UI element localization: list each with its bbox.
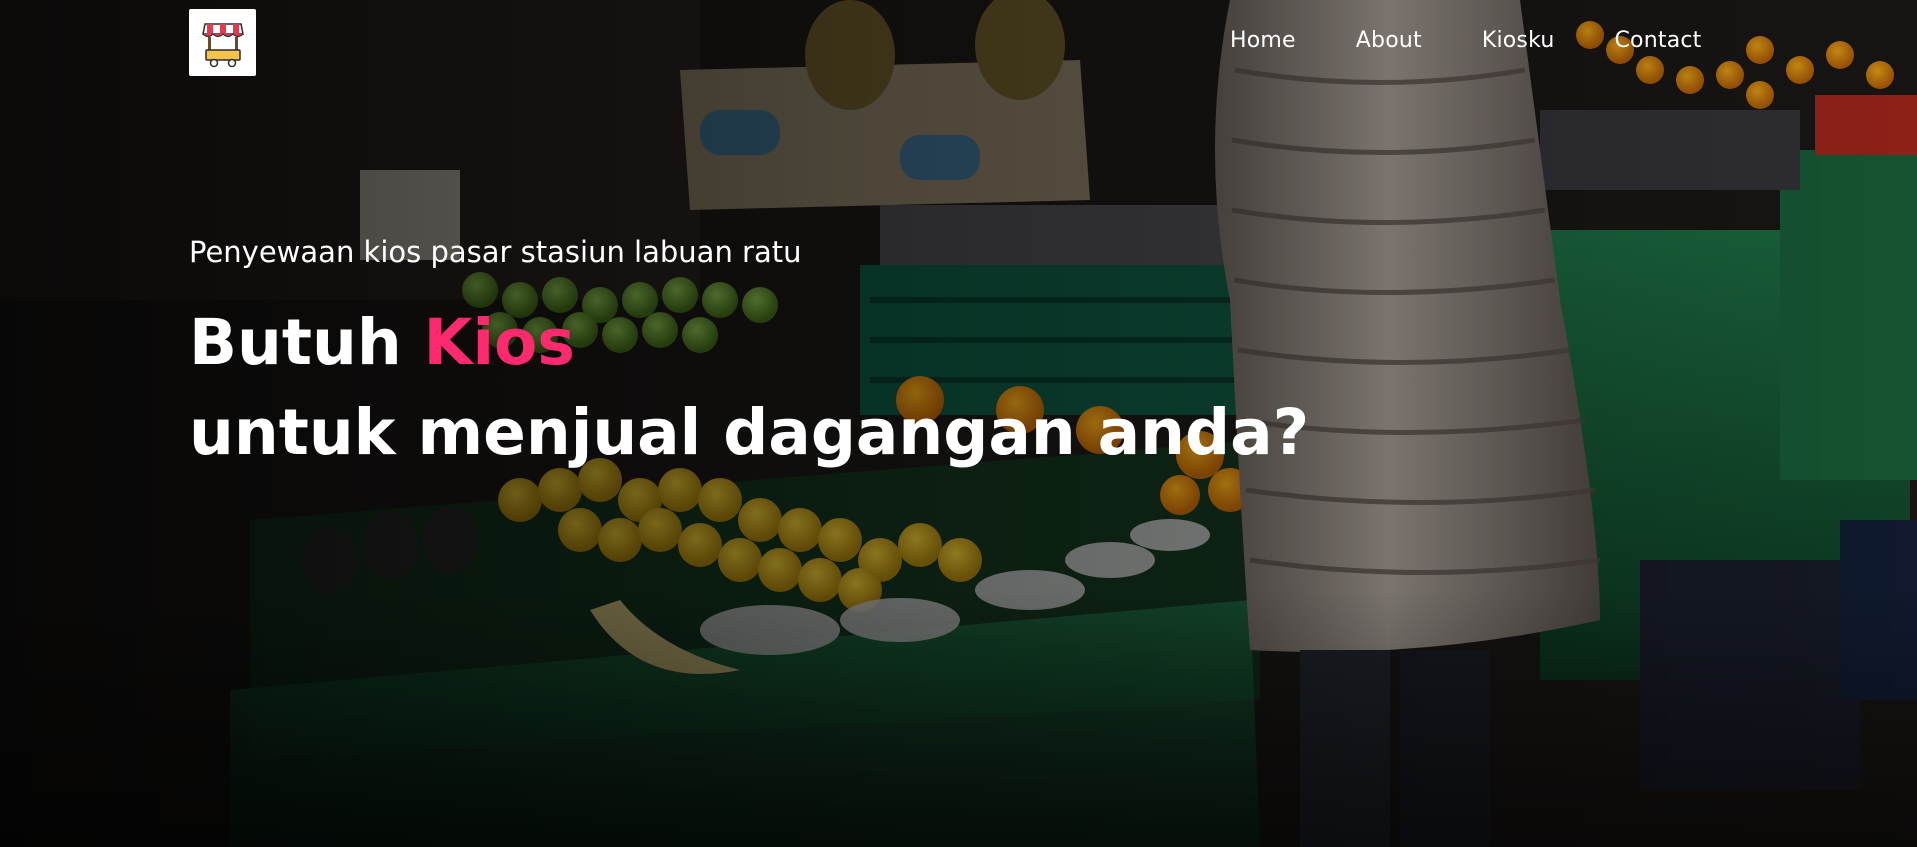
nav-menu: Home About Kiosku Contact: [1230, 28, 1702, 53]
hero-headline: Butuh Kios untuk menjual dagangan anda?: [189, 298, 1309, 478]
nav-link-home[interactable]: Home: [1230, 28, 1296, 53]
nav-link-about[interactable]: About: [1356, 28, 1422, 53]
brand-logo[interactable]: [189, 9, 256, 76]
headline-prefix: Butuh: [189, 306, 424, 379]
nav-link-contact[interactable]: Contact: [1615, 28, 1702, 53]
top-navbar: Home About Kiosku Contact: [0, 0, 1917, 86]
hero-section: Home About Kiosku Contact Penyewaan kios…: [0, 0, 1917, 847]
nav-link-kiosku[interactable]: Kiosku: [1482, 28, 1555, 53]
market-stall-cart-icon: [201, 22, 244, 67]
headline-accent-word: Kios: [423, 306, 575, 379]
hero-subtitle: Penyewaan kios pasar stasiun labuan ratu: [189, 235, 802, 269]
hero-content: Penyewaan kios pasar stasiun labuan ratu…: [189, 232, 1309, 478]
hero-bottom-fade: [0, 587, 1917, 847]
headline-line-2: untuk menjual dagangan anda?: [189, 396, 1310, 469]
